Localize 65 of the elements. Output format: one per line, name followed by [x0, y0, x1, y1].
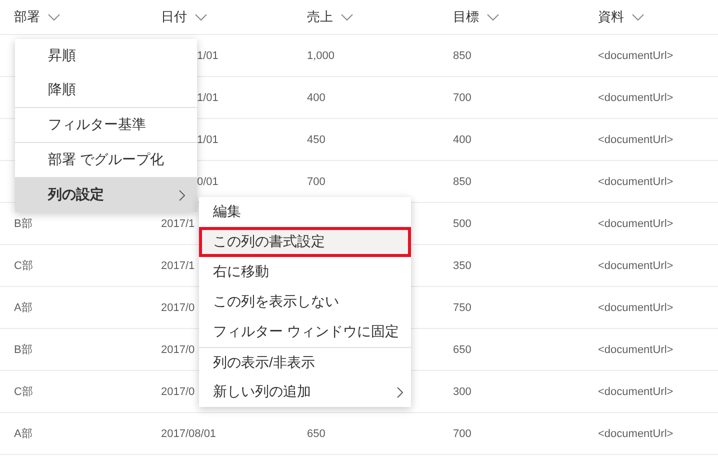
- table-cell: 650: [453, 344, 472, 356]
- table-cell: 1/01: [197, 92, 218, 104]
- menu-item[interactable]: 部署 でグループ化: [15, 143, 197, 177]
- table-cell: A部: [14, 428, 32, 440]
- table-cell: B部: [14, 218, 32, 230]
- chevron-down-icon[interactable]: [487, 14, 499, 20]
- table-cell: 350: [453, 260, 472, 272]
- table-cell: 500: [453, 218, 472, 230]
- table-cell: 1/01: [197, 50, 218, 62]
- column-header[interactable]: 資料: [598, 8, 624, 26]
- table-cell: 300: [453, 386, 472, 398]
- table-cell: <documentUrl>: [598, 302, 674, 314]
- table-cell: <documentUrl>: [598, 344, 674, 356]
- table-cell: 750: [453, 302, 472, 314]
- menu-item[interactable]: 右に移動: [199, 257, 411, 287]
- chevron-down-icon[interactable]: [632, 14, 644, 20]
- chevron-right-icon: [397, 386, 403, 398]
- table-cell: <documentUrl>: [598, 260, 674, 272]
- menu-item[interactable]: 新しい列の追加: [199, 377, 411, 407]
- table-cell: B部: [14, 344, 32, 356]
- table-cell: 650: [307, 428, 326, 440]
- chevron-down-icon[interactable]: [341, 14, 353, 20]
- table-cell: 700: [453, 428, 472, 440]
- column-header[interactable]: 部署: [14, 8, 40, 26]
- table-cell: 450: [307, 134, 326, 146]
- table-cell: 2017/08/01: [161, 428, 216, 440]
- table-cell: 2017/0: [161, 302, 195, 314]
- table-cell: <documentUrl>: [598, 50, 674, 62]
- table-cell: <documentUrl>: [598, 176, 674, 188]
- table-cell: 2017/1: [161, 260, 195, 272]
- table-cell: 1,000: [307, 50, 335, 62]
- table-cell: 700: [307, 176, 326, 188]
- table-cell: <documentUrl>: [598, 386, 674, 398]
- column-header[interactable]: 売上: [307, 8, 333, 26]
- column-header[interactable]: 日付: [161, 8, 187, 26]
- table-cell: 400: [453, 134, 472, 146]
- chevron-down-icon[interactable]: [195, 14, 207, 20]
- table-cell: <documentUrl>: [598, 218, 674, 230]
- menu-item[interactable]: この列の書式設定: [199, 227, 411, 257]
- menu-item[interactable]: フィルター ウィンドウに固定: [199, 317, 411, 347]
- table-cell: 850: [453, 50, 472, 62]
- table-cell: 2017/0: [161, 386, 195, 398]
- table-cell: A部: [14, 302, 32, 314]
- chevron-down-icon[interactable]: [48, 14, 60, 20]
- table-cell: <documentUrl>: [598, 428, 674, 440]
- menu-item[interactable]: 編集: [199, 197, 411, 227]
- menu-item[interactable]: 列の設定: [15, 178, 197, 212]
- table-cell: <documentUrl>: [598, 134, 674, 146]
- table-cell: C部: [14, 386, 33, 398]
- table-cell: 2017/0: [161, 344, 195, 356]
- table-cell: 2017/1: [161, 218, 195, 230]
- menu-item[interactable]: この列を表示しない: [199, 287, 411, 317]
- chevron-right-icon: [179, 190, 185, 200]
- table-cell: 1/01: [197, 134, 218, 146]
- column-header[interactable]: 目標: [453, 8, 479, 26]
- table-cell: 700: [453, 92, 472, 104]
- menu-item[interactable]: 列の表示/非表示: [199, 347, 411, 377]
- table-cell: 850: [453, 176, 472, 188]
- table-cell: 400: [307, 92, 326, 104]
- menu-item[interactable]: 昇順: [15, 39, 197, 73]
- table-cell: C部: [14, 260, 33, 272]
- menu-item[interactable]: フィルター基準: [15, 108, 197, 142]
- table-cell: <documentUrl>: [598, 92, 674, 104]
- menu-item[interactable]: 降順: [15, 73, 197, 107]
- table-cell: 0/01: [197, 176, 218, 188]
